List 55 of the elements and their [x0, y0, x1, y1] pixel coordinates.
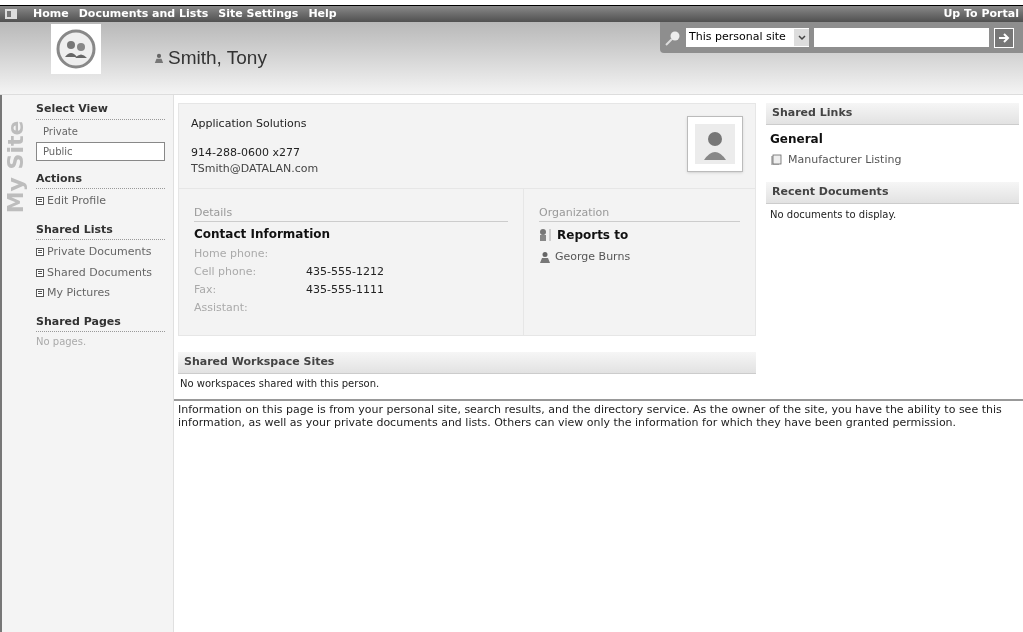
details-heading: Details — [194, 204, 508, 222]
email-text: TSmith@DATALAN.com — [191, 161, 319, 177]
list-icon — [36, 289, 44, 298]
field-label: Cell phone: — [194, 264, 258, 279]
sidebar-link[interactable]: Edit Profile — [47, 193, 106, 210]
sidebar-link[interactable]: My Pictures — [47, 285, 111, 302]
sidebar-heading: Shared Pages — [36, 313, 165, 332]
sidebar-link[interactable]: Shared Documents — [47, 264, 152, 281]
department-text: Application Solutions — [191, 116, 308, 132]
field-value: 435-555-1111 — [306, 282, 384, 297]
organization-heading: Organization — [539, 204, 740, 222]
footer-note: Information on this page is from your personal site, search results, and the directory service. As the owner of the site, you have the ability to see this information, as well as your private documents and lists. Others can view only the information for which they have been granted permission. — [174, 398, 1023, 429]
site-icon — [5, 9, 17, 19]
field-label: Home phone: — [194, 246, 270, 261]
section-header: Recent Documents — [766, 182, 1019, 204]
page-title: Smith, Tony — [168, 46, 267, 70]
empty-message: No pages. — [36, 335, 88, 349]
sidebar-heading: Actions — [36, 170, 165, 189]
field-label: Fax: — [194, 282, 218, 297]
person-icon — [154, 53, 164, 64]
search-go-button[interactable] — [994, 27, 1014, 48]
sidebar-link[interactable]: Private Documents — [47, 244, 152, 261]
person-icon — [695, 124, 735, 164]
section-header: Shared Workspace Sites — [178, 352, 756, 374]
chevron-icon — [794, 29, 809, 46]
field-value: 435-555-1212 — [306, 264, 384, 279]
search-icon — [665, 29, 681, 46]
list-icon — [36, 248, 44, 257]
reports-to-heading: Reports to — [557, 227, 629, 244]
shared-link[interactable]: Manufacturer Listing — [788, 151, 902, 168]
links-group-heading: General — [769, 130, 824, 148]
nav-link[interactable]: Help — [308, 5, 337, 23]
workspaces-message: No workspaces shared with this person. — [179, 376, 381, 391]
portal-link[interactable]: Up To Portal — [943, 5, 1019, 23]
documents-message: No documents to display. — [769, 207, 898, 222]
manager-link[interactable]: George Burns — [555, 249, 631, 266]
nav-link[interactable]: Site Settings — [218, 5, 299, 23]
field-label: Assistant: — [194, 300, 249, 315]
arrow-icon — [998, 31, 1010, 44]
person-icon — [539, 251, 551, 264]
section-header: Shared Links — [766, 103, 1019, 125]
list-icon — [36, 268, 44, 277]
view-option[interactable]: Private — [36, 121, 165, 141]
sidebar-heading: Shared Lists — [36, 221, 165, 240]
nav-link[interactable]: Documents and Lists — [78, 5, 209, 23]
search-field[interactable] — [814, 28, 989, 47]
scope-dropdown[interactable]: This personal site — [686, 28, 809, 47]
nav-link[interactable]: Home — [33, 5, 69, 23]
document-icon — [770, 153, 782, 166]
contact-heading: Contact Information — [194, 226, 332, 243]
list-icon — [36, 197, 44, 206]
phone-text: 914-288-0600 x277 — [191, 144, 301, 161]
view-option[interactable]: Public — [36, 141, 165, 161]
sidebar-heading: Select View — [36, 101, 165, 120]
hierarchy-icon — [539, 228, 553, 242]
